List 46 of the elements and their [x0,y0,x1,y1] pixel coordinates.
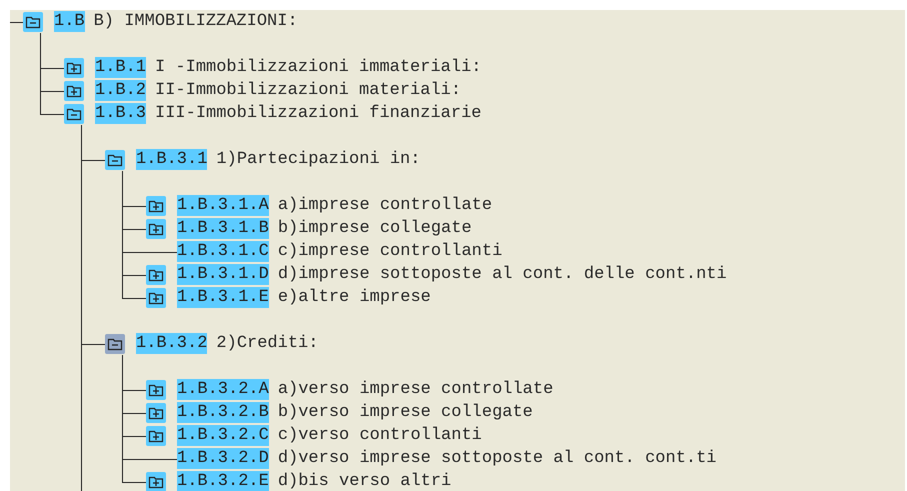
node-label: B) IMMOBILIZZAZIONI: [94,11,298,32]
node-label: b)imprese collegate [278,218,472,239]
expand-icon[interactable] [146,288,166,308]
node-code[interactable]: 1.B.3.2.D [177,448,269,469]
node-code[interactable]: 1.B.3 [95,103,146,124]
node-code[interactable]: 1.B.3.1.A [177,195,269,216]
node-code[interactable]: 1.B.3.2.B [177,402,269,423]
collapse-icon[interactable] [105,334,125,354]
expand-icon[interactable] [146,472,166,491]
expand-icon[interactable] [64,58,84,78]
node-label: a)verso imprese controllate [278,379,554,400]
node-code[interactable]: 1.B.3.1 [136,149,208,170]
collapse-icon[interactable] [64,104,84,124]
expand-icon[interactable] [146,402,166,422]
node-code[interactable]: 1.B.2 [95,80,146,101]
expand-icon[interactable] [146,426,166,446]
node-label: d)verso imprese sottoposte al cont. cont.ti [278,448,716,469]
expand-icon[interactable] [146,196,166,216]
expand-icon[interactable] [64,80,84,100]
collapse-icon[interactable] [105,150,125,170]
node-label: c)imprese controllanti [278,241,502,262]
node-label: 2)Crediti: [216,333,318,354]
node-label: 1)Partecipazioni in: [216,149,420,170]
collapse-icon[interactable] [23,12,43,32]
node-label: d)bis verso altri [278,471,452,491]
node-code[interactable]: 1.B.3.1.C [177,241,269,262]
node-label: III-Immobilizzazioni finanziarie [155,103,482,124]
node-label: b)verso imprese collegate [278,402,533,423]
node-label: d)imprese sottoposte al cont. delle cont.nti [278,264,727,285]
expand-icon[interactable] [146,264,166,284]
node-code[interactable]: 1.B.3.2.A [177,379,269,400]
expand-icon[interactable] [146,380,166,400]
node-code[interactable]: 1.B.1 [95,57,146,78]
node-code[interactable]: 1.B.3.1.E [177,287,269,308]
node-label: c)verso controllanti [278,425,482,446]
expand-icon[interactable] [146,218,166,238]
node-code[interactable]: 1.B.3.1.D [177,264,269,285]
node-code[interactable]: 1.B.3.2.E [177,471,269,491]
node-label: I -Immobilizzazioni immateriali: [155,57,482,78]
node-label: e)altre imprese [278,287,431,308]
node-label: a)imprese controllate [278,195,492,216]
node-code[interactable]: 1.B.3.1.B [177,218,269,239]
node-code[interactable]: 1.B.3.2.C [177,425,269,446]
node-code[interactable]: 1.B.3.2 [136,333,208,354]
node-label: II-Immobilizzazioni materiali: [155,80,462,101]
node-code[interactable]: 1.B [54,11,85,32]
